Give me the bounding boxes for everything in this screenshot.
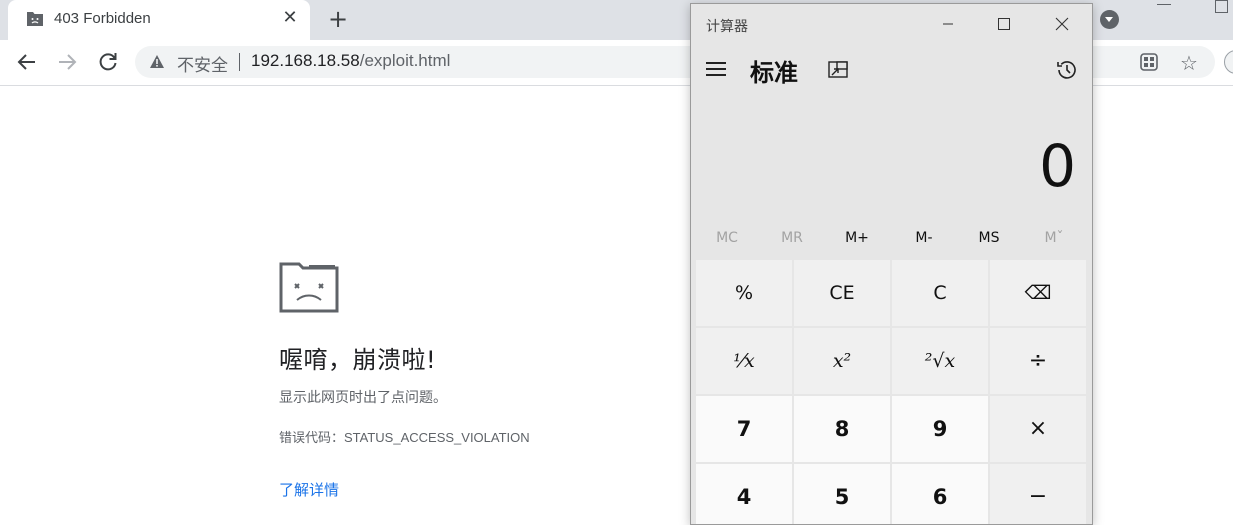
keep-on-top-icon[interactable] (828, 61, 848, 79)
digit-6-button[interactable]: 6 (892, 464, 988, 524)
calculator-app-title: 计算器 (706, 19, 748, 35)
crash-description: 显示此网页时出了点问题。 (279, 390, 447, 406)
history-icon[interactable] (1055, 58, 1079, 82)
bookmark-star-icon[interactable]: ☆ (1180, 51, 1198, 75)
memory-row: MC MR M+ M- MS Mˇ (691, 226, 1092, 256)
digit-5-button[interactable]: 5 (794, 464, 890, 524)
reload-icon[interactable] (96, 50, 120, 74)
calculator-display: 0 (1039, 132, 1076, 200)
maximize-icon[interactable] (981, 10, 1027, 38)
browser-maximize-icon[interactable] (1215, 0, 1228, 13)
profile-avatar[interactable] (1224, 50, 1233, 74)
learn-more-link[interactable]: 了解详情 (279, 479, 339, 500)
qr-code-icon[interactable] (1140, 53, 1158, 71)
calculator-header: 标准 (691, 44, 1092, 98)
memory-recall-button[interactable]: MR (762, 230, 822, 246)
error-code: 错误代码：STATUS_ACCESS_VIOLATION (279, 430, 530, 445)
digit-4-button[interactable]: 4 (696, 464, 792, 524)
square-button[interactable]: x² (794, 328, 890, 394)
memory-list-button[interactable]: Mˇ (1024, 230, 1084, 246)
digit-9-button[interactable]: 9 (892, 396, 988, 462)
warning-icon[interactable] (150, 55, 164, 68)
url-path: /exploit.html (359, 51, 451, 70)
mode-title: 标准 (750, 59, 798, 87)
memory-clear-button[interactable]: MC (697, 230, 757, 246)
digit-8-button[interactable]: 8 (794, 396, 890, 462)
url-text[interactable]: 192.168.18.58/exploit.html (251, 51, 450, 71)
percent-button[interactable]: % (696, 260, 792, 326)
digit-7-button[interactable]: 7 (696, 396, 792, 462)
tab-title: 403 Forbidden (54, 10, 151, 27)
reciprocal-button[interactable]: ⅟x (696, 328, 792, 394)
tab-close-icon[interactable]: ✕ (280, 8, 300, 28)
divide-button[interactable]: ÷ (990, 328, 1086, 394)
square-root-button[interactable]: ²√x (892, 328, 988, 394)
calculator-titlebar[interactable]: 计算器 (691, 4, 1092, 44)
clear-button[interactable]: C (892, 260, 988, 326)
browser-tab[interactable]: 403 Forbidden ✕ (8, 0, 310, 40)
multiply-button[interactable]: × (990, 396, 1086, 462)
sad-folder-icon (279, 262, 339, 313)
menu-icon[interactable] (706, 62, 726, 78)
minus-button[interactable]: − (990, 464, 1086, 524)
tab-search-icon[interactable] (1100, 10, 1119, 29)
minimize-icon[interactable] (925, 10, 971, 38)
calculator-window: 计算器 标准 0 MC MR M+ M- MS Mˇ % CE C ⌫ ⅟x x… (690, 3, 1093, 525)
back-icon[interactable] (15, 50, 39, 74)
memory-add-button[interactable]: M+ (827, 230, 887, 246)
security-label[interactable]: 不安全 (177, 51, 228, 76)
url-host: 192.168.18.58 (251, 51, 360, 70)
clear-entry-button[interactable]: CE (794, 260, 890, 326)
backspace-icon[interactable]: ⌫ (990, 260, 1086, 326)
separator (239, 53, 240, 71)
browser-minimize-icon[interactable] (1157, 4, 1171, 5)
close-icon[interactable] (1039, 10, 1085, 38)
memory-subtract-button[interactable]: M- (894, 230, 954, 246)
crash-title: 喔唷，崩溃啦! (279, 346, 437, 374)
sad-folder-icon (27, 12, 43, 26)
new-tab-button[interactable]: + (325, 7, 351, 33)
memory-store-button[interactable]: MS (959, 230, 1019, 246)
forward-icon[interactable] (55, 50, 79, 74)
